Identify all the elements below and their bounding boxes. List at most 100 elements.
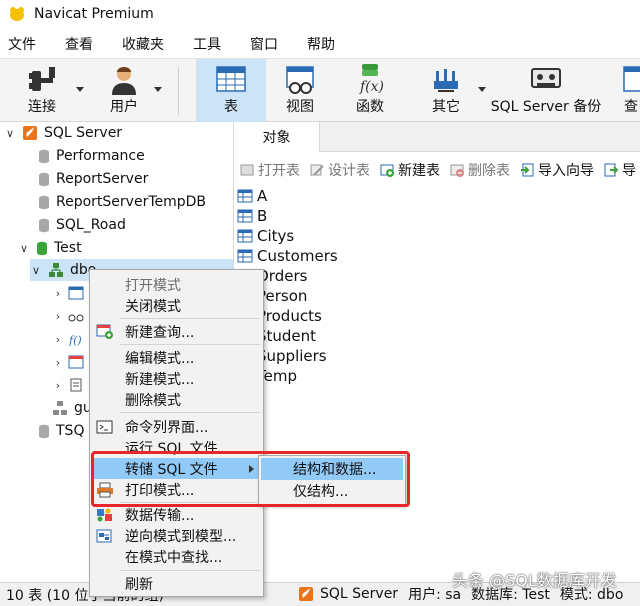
- menu-delete-schema[interactable]: 删除模式: [91, 389, 262, 410]
- import-icon: [521, 163, 534, 177]
- tree-db-label: Performance: [56, 148, 145, 164]
- tree-db-test[interactable]: ∨ Test: [18, 237, 82, 259]
- tree-db-label: SQL_Road: [56, 217, 126, 233]
- other-label: 其它: [432, 99, 460, 115]
- tree-db-label: ReportServer: [56, 171, 149, 187]
- menu-reverse-model-label: 逆向模式到模型...: [125, 528, 237, 545]
- menu-open-schema[interactable]: 打开模式: [91, 274, 262, 295]
- new-table-button[interactable]: 新建表: [380, 160, 440, 180]
- import-wizard-button[interactable]: 导入向导: [520, 160, 594, 180]
- view-icon: [68, 314, 84, 322]
- menu-view[interactable]: 查看: [57, 34, 102, 54]
- tree-views-node[interactable]: ›: [52, 305, 84, 327]
- report-icon: [70, 378, 82, 392]
- menu-edit-schema[interactable]: 编辑模式...: [91, 347, 262, 368]
- menu-window[interactable]: 窗口: [242, 34, 287, 54]
- open-table-label: 打开表: [258, 163, 300, 179]
- chevron-right-icon[interactable]: ›: [52, 356, 64, 369]
- menu-refresh[interactable]: 刷新: [91, 573, 262, 594]
- chevron-down-icon[interactable]: ∨: [30, 264, 42, 277]
- menu-separator: [120, 344, 260, 345]
- menu-console[interactable]: 命令列界面...: [91, 416, 262, 437]
- tree-server[interactable]: ∨ SQL Server: [4, 122, 122, 144]
- menu-file[interactable]: 文件: [0, 34, 45, 54]
- chevron-down-icon[interactable]: ∨: [4, 127, 16, 140]
- chevron-down-icon[interactable]: ∨: [18, 242, 30, 255]
- chevron-right-icon[interactable]: ›: [52, 333, 64, 346]
- tree-queries-node[interactable]: ›: [52, 351, 84, 373]
- table-item-label: B: [257, 207, 268, 225]
- table-item[interactable]: Customers: [237, 246, 338, 266]
- tab-objects[interactable]: 对象: [234, 122, 320, 152]
- table-icon: [237, 249, 253, 263]
- data-transfer-icon: [97, 508, 112, 522]
- tree-functions-node[interactable]: › f(): [52, 328, 84, 350]
- user-button[interactable]: 用户: [92, 59, 156, 122]
- table-item-label: Customers: [257, 247, 338, 265]
- database-open-icon: [37, 241, 47, 255]
- query-button[interactable]: 查: [614, 59, 640, 122]
- function-button[interactable]: f(x) 函数: [338, 59, 402, 122]
- svg-text:f(): f(): [68, 334, 82, 346]
- menu-tools[interactable]: 工具: [185, 34, 230, 54]
- chevron-right-icon[interactable]: ›: [52, 310, 64, 323]
- table-item[interactable]: A: [237, 186, 267, 206]
- query-label: 查: [624, 99, 638, 115]
- other-tools-icon: [434, 69, 458, 92]
- design-table-button[interactable]: 设计表: [310, 160, 370, 180]
- user-dropdown-icon[interactable]: [154, 87, 162, 92]
- menu-help[interactable]: 帮助: [299, 34, 344, 54]
- backup-button[interactable]: SQL Server 备份: [488, 59, 604, 122]
- tree-schema-gu[interactable]: gu: [52, 397, 92, 419]
- backup-tape-icon: [531, 68, 561, 88]
- database-icon: [39, 149, 49, 163]
- menu-data-transfer[interactable]: 数据传输...: [91, 504, 262, 525]
- title-bar: Navicat Premium: [0, 0, 640, 27]
- tab-strip: 对象: [234, 122, 640, 152]
- connect-label: 连接: [28, 99, 56, 115]
- schema-context-menu: 打开模式 关闭模式 新建查询... 编辑模式... 新建模式... 删除模式 命…: [89, 269, 264, 597]
- tree-db-reportserver[interactable]: ReportServer: [38, 168, 148, 190]
- other-dropdown-icon[interactable]: [478, 87, 486, 92]
- table-icon: [237, 209, 253, 223]
- other-button[interactable]: 其它: [414, 59, 478, 122]
- chevron-right-icon[interactable]: ›: [52, 379, 64, 392]
- menu-close-schema[interactable]: 关闭模式: [91, 295, 262, 316]
- tree-db-reportservertempdb[interactable]: ReportServerTempDB: [38, 191, 206, 213]
- plug-icon: [29, 67, 55, 91]
- view-button[interactable]: 视图: [268, 59, 332, 122]
- user-label: 用户: [110, 99, 138, 115]
- open-table-button[interactable]: 打开表: [240, 160, 300, 180]
- menu-favorites[interactable]: 收藏夹: [114, 34, 173, 54]
- menu-find-in-schema[interactable]: 在模式中查找...: [91, 546, 262, 567]
- table-item-label: Orders: [257, 267, 308, 285]
- watermark: 头条 @SQL数据库开发: [452, 571, 617, 590]
- tree-db-performance[interactable]: Performance: [38, 145, 145, 167]
- table-item[interactable]: B: [237, 206, 267, 226]
- connect-dropdown-icon[interactable]: [76, 87, 84, 92]
- export-wizard-button[interactable]: 导: [604, 160, 636, 180]
- table-label: 表: [224, 99, 238, 115]
- sqlserver-icon: [23, 126, 37, 140]
- table-item[interactable]: Citys: [237, 226, 294, 246]
- model-icon: [96, 529, 112, 543]
- tree-db-label: ReportServerTempDB: [56, 194, 207, 210]
- database-icon: [39, 195, 49, 209]
- new-table-icon: [380, 164, 394, 177]
- tree-server-label: SQL Server: [44, 125, 123, 141]
- tree-reports-node[interactable]: ›: [52, 374, 84, 396]
- menu-reverse-model[interactable]: 逆向模式到模型...: [91, 525, 262, 546]
- tree-db-sqlroad[interactable]: SQL_Road: [38, 214, 126, 236]
- function-label: 函数: [356, 99, 384, 115]
- tree-db-label: TSQ: [56, 423, 85, 439]
- menu-new-schema[interactable]: 新建模式...: [91, 368, 262, 389]
- tree-tables-node[interactable]: ›: [52, 282, 84, 304]
- design-table-label: 设计表: [328, 163, 370, 179]
- delete-table-button[interactable]: 删除表: [450, 160, 510, 180]
- table-button[interactable]: 表: [196, 59, 266, 122]
- tree-db-tsql[interactable]: TSQ: [38, 420, 84, 442]
- chevron-right-icon[interactable]: ›: [52, 287, 64, 300]
- query-icon: [623, 66, 640, 92]
- connect-button[interactable]: 连接: [10, 59, 74, 122]
- menu-new-query[interactable]: 新建查询...: [91, 321, 262, 342]
